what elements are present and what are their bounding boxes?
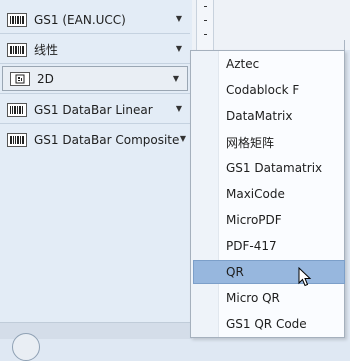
- menu-divider: [0, 93, 190, 94]
- databar-composite-icon: [7, 132, 27, 147]
- gs1-barcode-icon: [7, 12, 27, 27]
- submenu-item-aztec[interactable]: Aztec: [191, 51, 344, 77]
- linear-barcode-icon: [7, 42, 27, 57]
- document-area: [192, 0, 350, 50]
- chevron-down-icon: ▼: [175, 44, 182, 53]
- menu-item-gs1-ean-ucc[interactable]: GS1 (EAN.UCC) ▼: [0, 7, 190, 32]
- submenu-item-label: GS1 QR Code: [226, 317, 307, 331]
- submenu-item-label: PDF-417: [226, 239, 277, 253]
- menu-item-label: 2D: [37, 71, 54, 86]
- submenu-item-label: Codablock F: [226, 83, 300, 97]
- submenu-item-label: Aztec: [226, 57, 260, 71]
- submenu-item-grid-matrix[interactable]: 网格矩阵: [191, 129, 344, 155]
- submenu-item-qr[interactable]: QR: [193, 260, 345, 287]
- submenu-item-label: GS1 Datamatrix: [226, 161, 323, 175]
- submenu-item-pdf-417[interactable]: PDF-417: [191, 233, 344, 259]
- ruler-tick: [204, 6, 207, 7]
- vertical-ruler: [196, 0, 214, 50]
- 2d-barcode-icon: [10, 71, 30, 86]
- menu-item-gs1-databar-linear[interactable]: GS1 DataBar Linear ▼: [0, 97, 190, 122]
- submenu-item-micropdf[interactable]: MicroPDF: [191, 207, 344, 233]
- submenu-item-label: MaxiCode: [226, 187, 285, 201]
- menu-item-linear[interactable]: 线性 ▼: [0, 37, 190, 62]
- chevron-down-icon: ▼: [179, 134, 186, 143]
- submenu-item-codablock-f[interactable]: Codablock F: [191, 77, 344, 103]
- menu-item-label: 线性: [34, 43, 59, 57]
- submenu-item-gs1-datamatrix[interactable]: GS1 Datamatrix: [191, 155, 344, 181]
- menu-item-2d[interactable]: 2D ▼: [2, 66, 188, 91]
- chevron-down-icon: ▼: [175, 14, 182, 23]
- menu-divider: [0, 123, 190, 124]
- submenu-item-label: QR: [226, 265, 244, 279]
- submenu-item-label: DataMatrix: [226, 109, 293, 123]
- bottom-toolbar: [0, 322, 192, 361]
- ruler-tick: [204, 20, 207, 21]
- ruler-tick: [204, 34, 207, 35]
- submenu-item-gs1-qr-code[interactable]: GS1 QR Code: [191, 311, 344, 337]
- menu-item-label: GS1 DataBar Linear: [34, 102, 153, 117]
- submenu-item-label: MicroPDF: [226, 213, 282, 227]
- submenu-item-micro-qr[interactable]: Micro QR: [191, 285, 344, 311]
- menu-divider: [0, 63, 190, 64]
- menu-divider: [0, 33, 190, 34]
- submenu-item-maxicode[interactable]: MaxiCode: [191, 181, 344, 207]
- menu-item-gs1-databar-composite[interactable]: GS1 DataBar Composite ▼: [0, 127, 190, 152]
- chevron-down-icon: ▼: [172, 74, 179, 83]
- submenu-item-datamatrix[interactable]: DataMatrix: [191, 103, 344, 129]
- mouse-cursor-icon: [298, 267, 312, 287]
- menu-item-label: GS1 (EAN.UCC): [34, 12, 126, 27]
- menu-item-label: GS1 DataBar Composite: [34, 132, 180, 147]
- submenu-item-label: Micro QR: [226, 291, 280, 305]
- round-button[interactable]: [12, 333, 40, 361]
- barcode-type-menu: GS1 (EAN.UCC) ▼ 线性 ▼ 2D ▼ GS1 DataBar Li…: [0, 0, 192, 361]
- chevron-down-icon: ▼: [175, 104, 182, 113]
- submenu-item-label: 网格矩阵: [226, 135, 275, 150]
- 2d-submenu: Aztec Codablock F DataMatrix 网格矩阵 GS1 Da…: [190, 50, 345, 338]
- databar-linear-icon: [7, 102, 27, 117]
